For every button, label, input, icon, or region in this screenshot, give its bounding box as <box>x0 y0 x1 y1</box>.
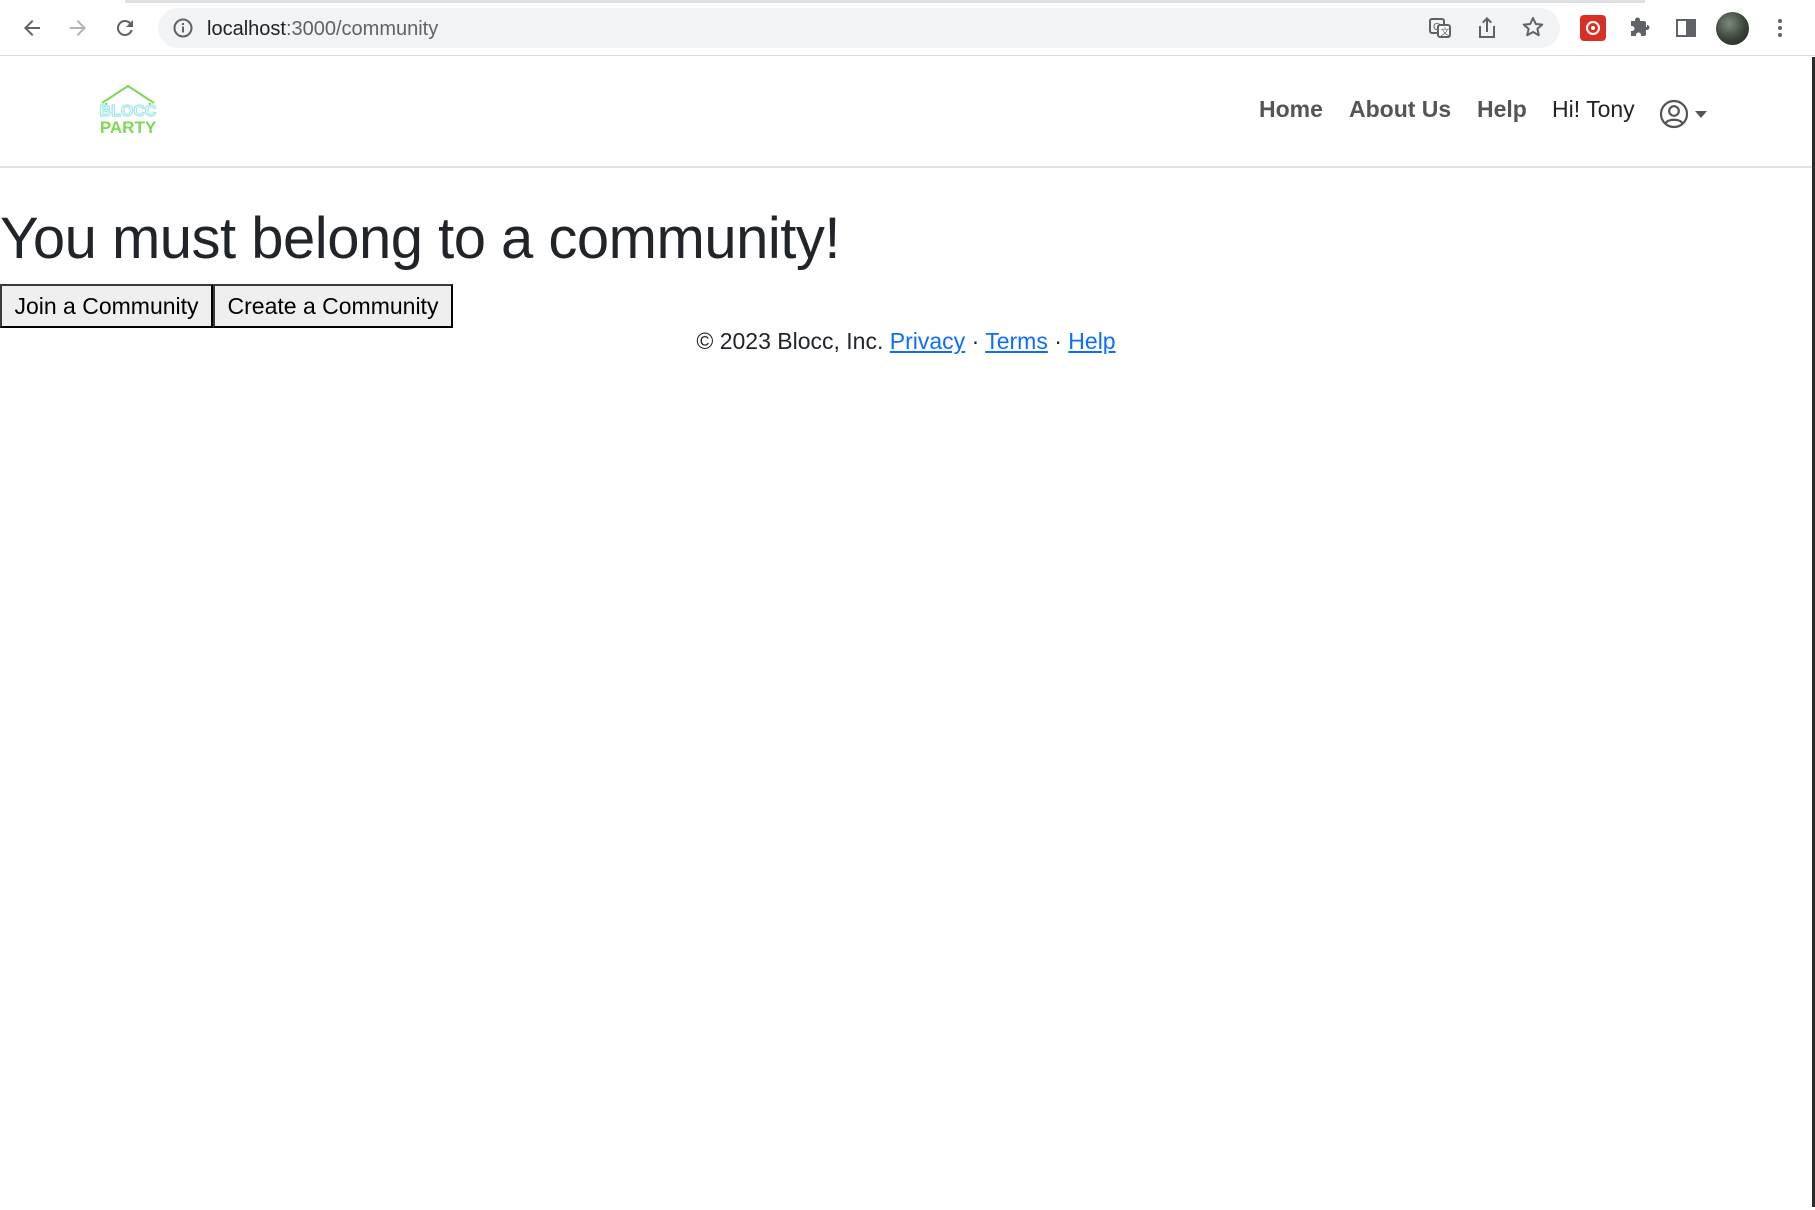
nav-link-help[interactable]: Help <box>1477 96 1527 123</box>
nav-link-about-us[interactable]: About Us <box>1349 96 1451 123</box>
share-icon[interactable] <box>1474 14 1500 47</box>
page-title: You must belong to a community! <box>0 206 840 271</box>
join-community-button[interactable]: Join a Community <box>0 284 213 328</box>
logo-text-bottom: PARTY <box>100 118 157 137</box>
back-button[interactable] <box>14 10 50 46</box>
star-icon[interactable] <box>1520 14 1546 47</box>
svg-text:文: 文 <box>1441 26 1450 37</box>
info-icon[interactable] <box>172 17 194 44</box>
side-panel-icon <box>1676 19 1696 37</box>
footer-separator: · <box>1054 328 1062 354</box>
footer: © 2023 Blocc, Inc. Privacy · Terms · Hel… <box>0 328 1812 355</box>
url-path: :3000/community <box>285 18 439 40</box>
browser-toolbar: localhost:3000/community G文 <box>0 0 1815 56</box>
nav-link-home[interactable]: Home <box>1259 96 1323 123</box>
tab-strip-edge <box>125 0 1645 3</box>
footer-copyright: © 2023 Blocc, Inc. <box>696 328 884 354</box>
url-text[interactable]: localhost:3000/community <box>207 18 438 41</box>
translate-icon[interactable]: G文 <box>1426 14 1454 47</box>
user-menu-toggle[interactable] <box>1659 98 1713 130</box>
site-navbar: BLOCC PARTY Home About Us Help Hi! Tony <box>0 57 1812 168</box>
community-actions: Join a Community Create a Community <box>0 284 453 330</box>
kebab-menu-button[interactable] <box>1762 10 1798 46</box>
extension-icon[interactable] <box>1580 15 1606 41</box>
reload-icon <box>116 19 133 36</box>
footer-terms-link[interactable]: Terms <box>985 328 1048 354</box>
footer-help-link[interactable]: Help <box>1068 328 1115 354</box>
arrow-left-icon <box>24 20 40 36</box>
profile-avatar[interactable] <box>1716 12 1749 45</box>
create-community-button[interactable]: Create a Community <box>213 284 453 328</box>
reload-button[interactable] <box>107 10 143 46</box>
footer-privacy-link[interactable]: Privacy <box>890 328 965 354</box>
forward-button[interactable] <box>60 10 96 46</box>
user-greeting: Hi! Tony <box>1552 96 1635 122</box>
page-viewport: BLOCC PARTY Home About Us Help Hi! Tony … <box>0 57 1812 1207</box>
address-bar[interactable]: localhost:3000/community G文 <box>158 8 1560 48</box>
user-circle-icon <box>1659 99 1689 129</box>
puzzle-icon <box>1631 17 1650 36</box>
footer-separator: · <box>971 328 980 354</box>
chevron-down-icon <box>1695 110 1707 118</box>
arrow-right-icon <box>70 20 86 36</box>
url-host: localhost <box>207 18 286 40</box>
kebab-menu-icon <box>1778 19 1782 37</box>
side-panel-button[interactable] <box>1668 10 1704 46</box>
browser-window: localhost:3000/community G文 BLOCC PARTY … <box>0 0 1815 1210</box>
blocc-party-logo[interactable]: BLOCC PARTY <box>96 83 160 137</box>
extensions-button[interactable] <box>1622 10 1658 46</box>
